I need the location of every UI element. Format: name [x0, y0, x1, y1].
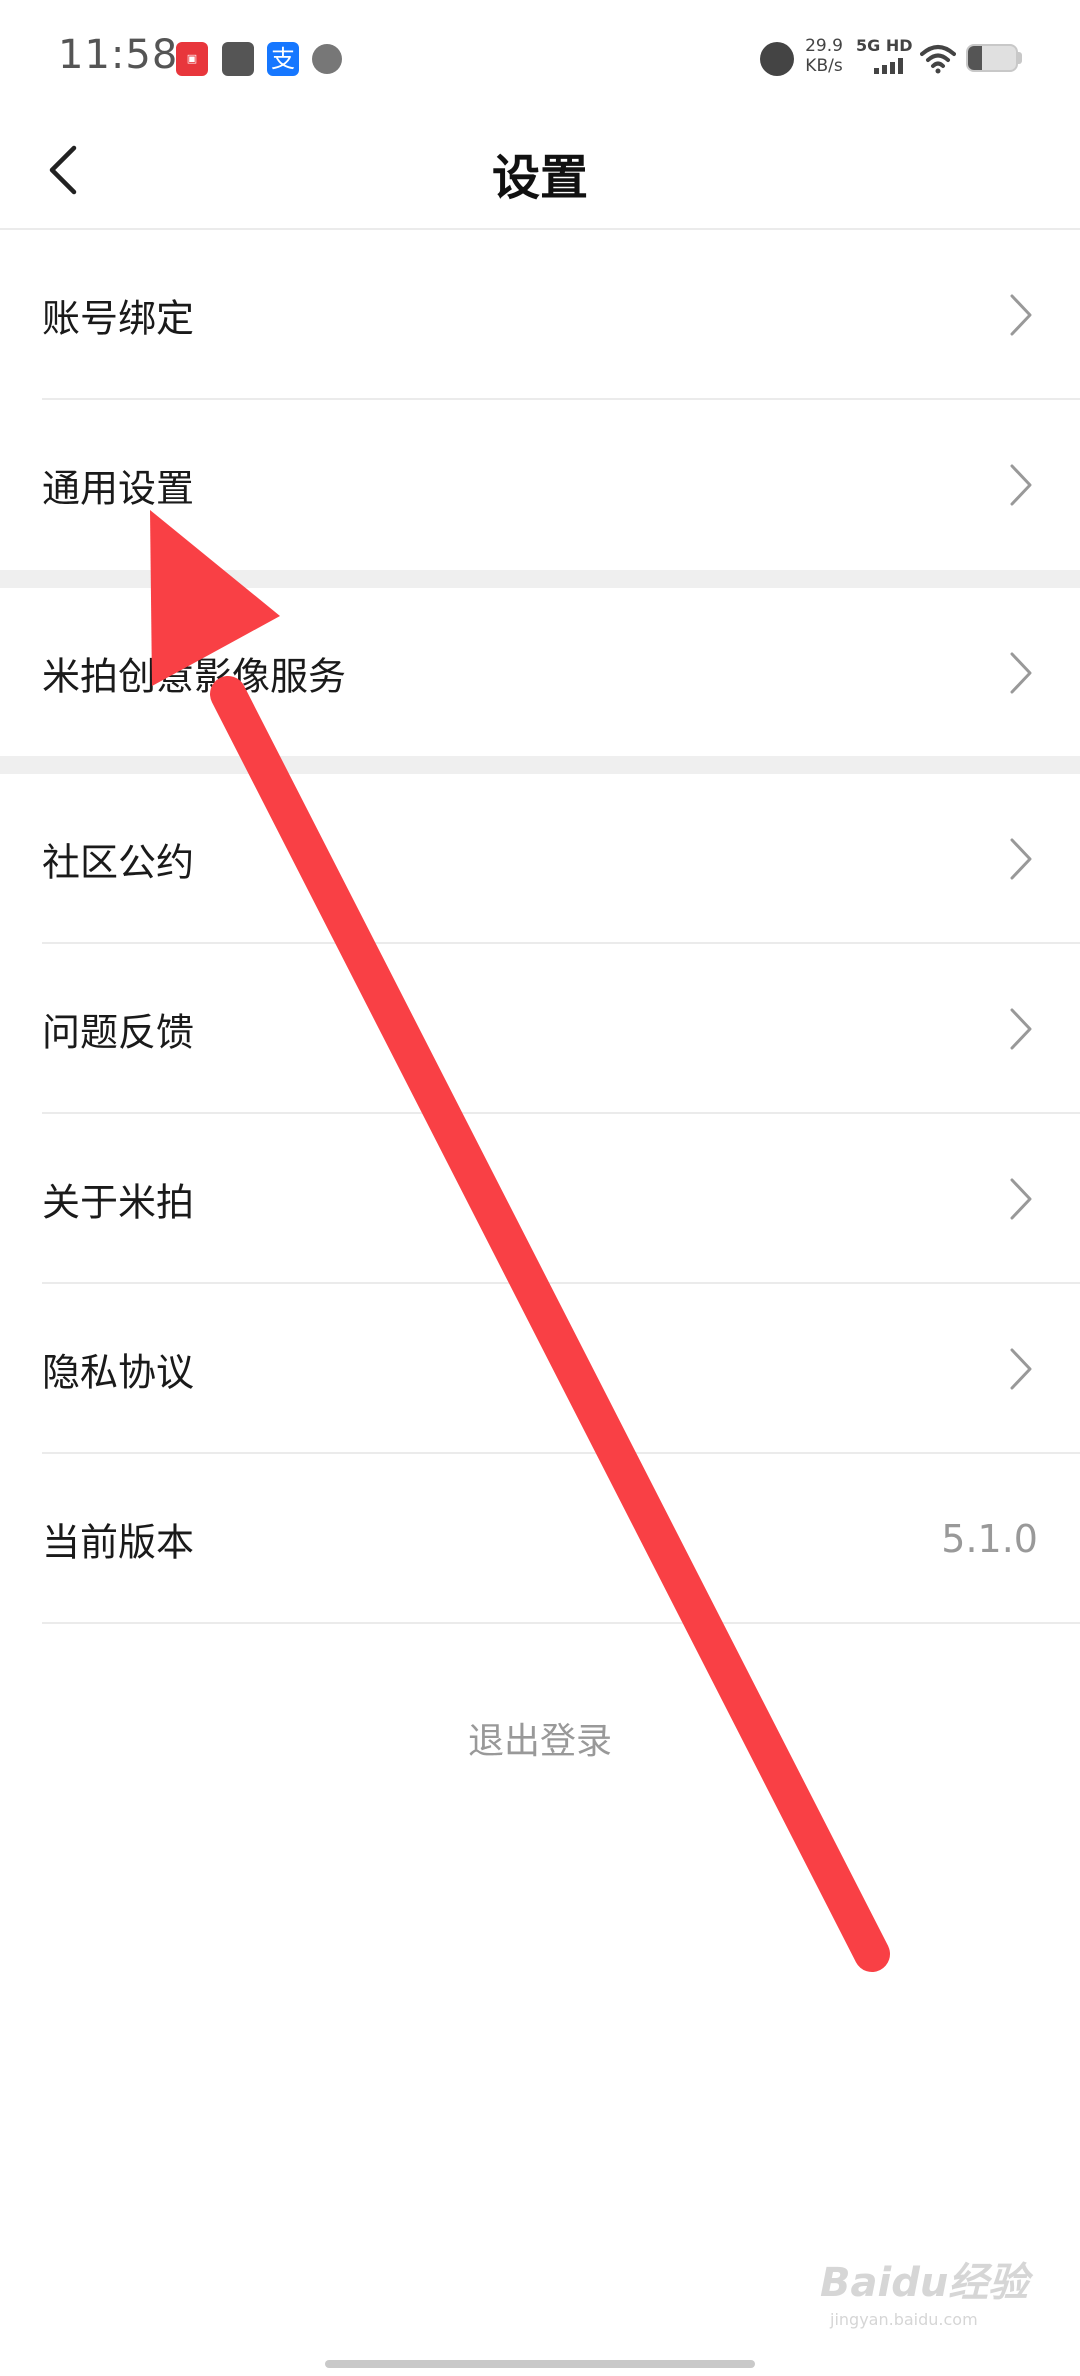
- logout-button[interactable]: 退出登录: [0, 1712, 1080, 1764]
- chevron-right-icon: [1010, 1348, 1032, 1390]
- signal-icon: [874, 58, 908, 74]
- settings-item-community-rules[interactable]: 社区公约: [0, 774, 1080, 944]
- page-title: 设置: [491, 150, 588, 206]
- battery-level: [968, 46, 983, 70]
- divider: [42, 1622, 1080, 1624]
- settings-item-feedback[interactable]: 问题反馈: [0, 944, 1080, 1114]
- settings-item-privacy[interactable]: 隐私协议: [0, 1284, 1080, 1454]
- settings-item-version: 当前版本 5.1.0: [0, 1454, 1080, 1624]
- chevron-right-icon: [1010, 464, 1032, 506]
- browser-icon: [312, 44, 342, 74]
- home-indicator[interactable]: [325, 2360, 755, 2368]
- settings-item-general[interactable]: 通用设置: [0, 400, 1080, 570]
- chevron-right-icon: [1010, 1008, 1032, 1050]
- section-gap: [0, 570, 1080, 588]
- network-type: 5G HD: [856, 36, 913, 55]
- settings-item-account-binding[interactable]: 账号绑定: [0, 230, 1080, 400]
- status-time: 11:58: [58, 32, 179, 78]
- battery-icon: [966, 44, 1018, 72]
- watermark-logo: Baidu经验: [820, 2260, 1029, 2306]
- section-gap: [0, 756, 1080, 774]
- settings-item-label: 米拍创意影像服务: [42, 654, 347, 699]
- settings-item-label: 账号绑定: [42, 296, 195, 341]
- settings-item-label: 当前版本: [42, 1520, 195, 1565]
- settings-item-label: 隐私协议: [42, 1350, 195, 1395]
- settings-item-label: 社区公约: [42, 840, 195, 885]
- settings-item-label: 问题反馈: [42, 1010, 195, 1055]
- app-icon: [222, 42, 254, 76]
- settings-item-label: 通用设置: [42, 466, 195, 511]
- net-speed: 29.9 KB/s: [805, 36, 843, 76]
- wifi-icon: [920, 45, 956, 74]
- chevron-right-icon: [1010, 1178, 1032, 1220]
- alarm-icon: [760, 42, 794, 76]
- version-value: 5.1.0: [941, 1517, 1038, 1561]
- alipay-icon: 支: [267, 42, 299, 76]
- settings-item-label: 关于米拍: [42, 1180, 195, 1225]
- jd-icon: ▣: [176, 42, 208, 76]
- settings-item-creative-imaging[interactable]: 米拍创意影像服务: [0, 588, 1080, 758]
- watermark-url: jingyan.baidu.com: [830, 2310, 978, 2329]
- status-bar: 11:58 ▣ 支 29.9 KB/s 5G HD: [0, 0, 1080, 112]
- settings-item-about[interactable]: 关于米拍: [0, 1114, 1080, 1284]
- battery-cap: [1018, 52, 1022, 64]
- chevron-right-icon: [1010, 838, 1032, 880]
- nav-header: 设置: [0, 112, 1080, 230]
- chevron-right-icon: [1010, 294, 1032, 336]
- chevron-right-icon: [1010, 652, 1032, 694]
